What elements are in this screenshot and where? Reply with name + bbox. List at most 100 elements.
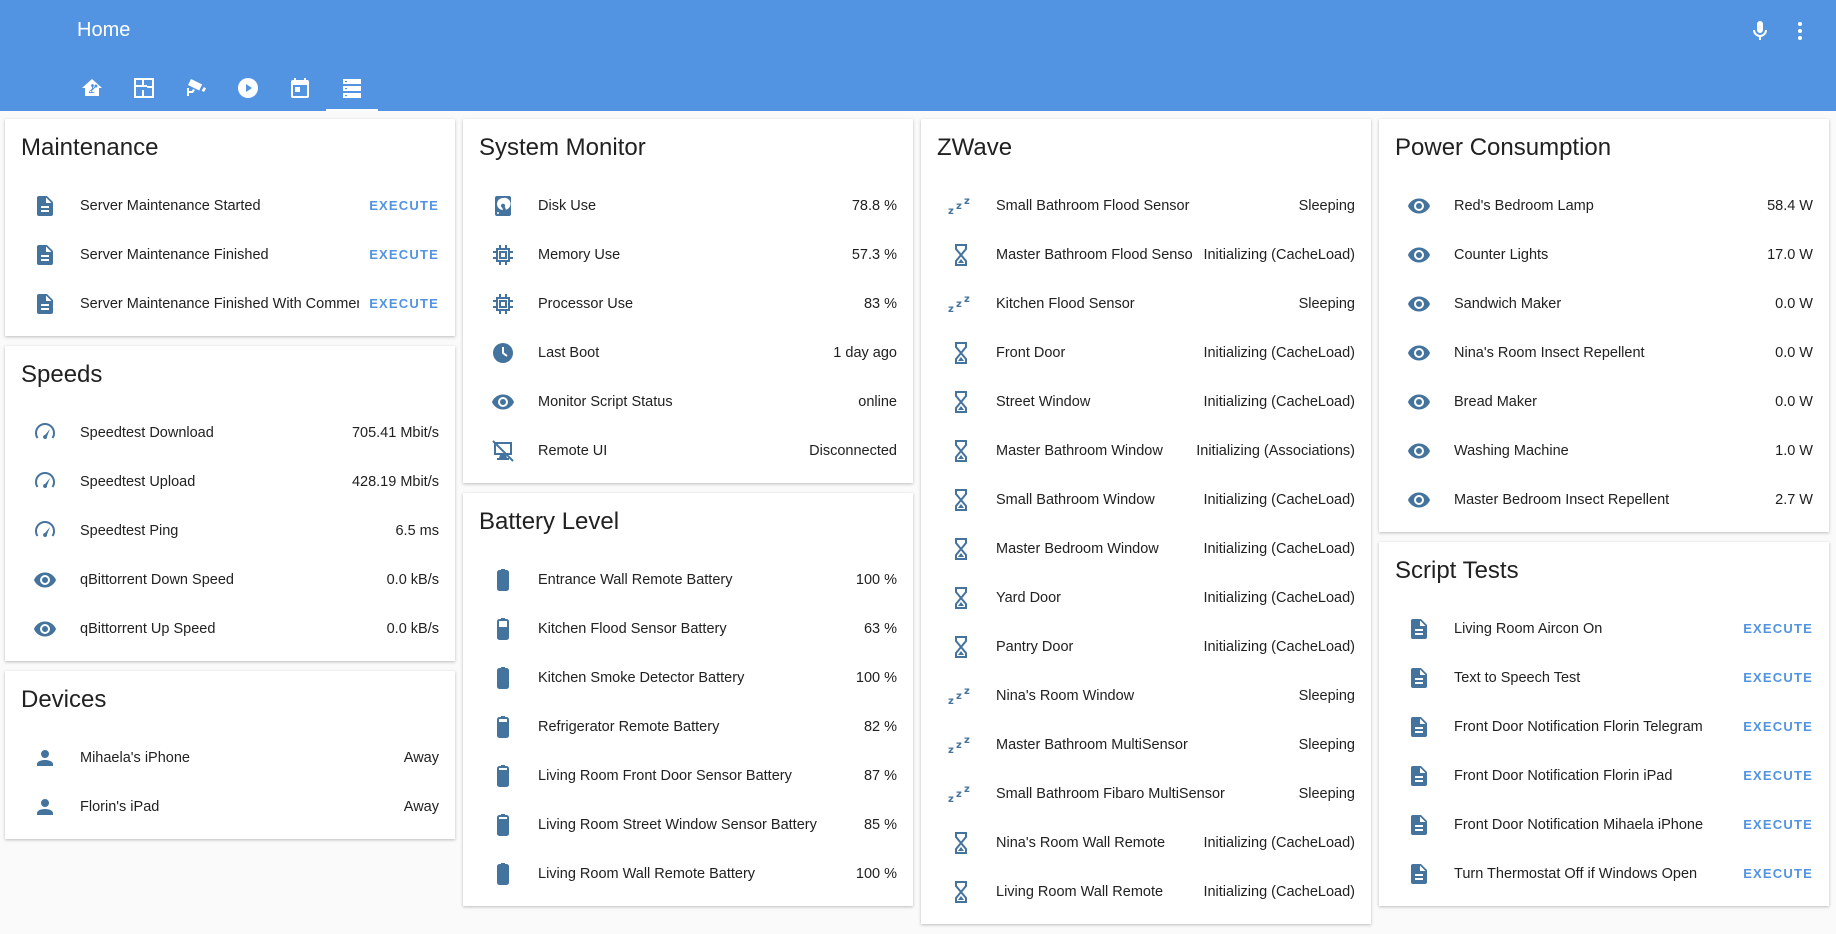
execute-button[interactable]: EXECUTE xyxy=(1743,719,1813,734)
hourglass-icon xyxy=(941,586,981,610)
eye-icon xyxy=(1399,488,1439,512)
zwave-row[interactable]: z z z Kitchen Flood Sensor Sleeping xyxy=(921,279,1371,328)
power-row[interactable]: Bread Maker 0.0 W xyxy=(1379,377,1829,426)
battery-name: Living Room Street Window Sensor Battery xyxy=(538,816,817,833)
battery-value: 87 % xyxy=(863,767,897,784)
eye-icon xyxy=(25,617,65,641)
tab-cctv[interactable] xyxy=(170,67,222,111)
battery-row[interactable]: Kitchen Flood Sensor Battery 63 % xyxy=(463,604,913,653)
sensor-name: Monitor Script Status xyxy=(538,393,673,410)
system-monitor-card: System Monitor Disk Use 78.8 % Memory Us… xyxy=(463,119,913,483)
power-row[interactable]: Counter Lights 17.0 W xyxy=(1379,230,1829,279)
sensor-row[interactable]: Speedtest Upload 428.19 Mbit/s xyxy=(5,457,455,506)
power-name: Counter Lights xyxy=(1454,246,1549,263)
microphone-icon[interactable] xyxy=(1748,19,1772,43)
sensor-row[interactable]: qBittorrent Down Speed 0.0 kB/s xyxy=(5,555,455,604)
sensor-row[interactable]: Memory Use 57.3 % xyxy=(463,230,913,279)
tab-floorplan[interactable] xyxy=(118,67,170,111)
sensor-row[interactable]: Speedtest Ping 6.5 ms xyxy=(5,506,455,555)
script-row: Server Maintenance Finished With Comment… xyxy=(5,279,455,328)
battery-row[interactable]: Entrance Wall Remote Battery 100 % xyxy=(463,555,913,604)
power-row[interactable]: Nina's Room Insect Repellent 0.0 W xyxy=(1379,328,1829,377)
battery-row[interactable]: Living Room Street Window Sensor Battery… xyxy=(463,800,913,849)
power-row[interactable]: Master Bedroom Insect Repellent 2.7 W xyxy=(1379,475,1829,524)
power-name: Washing Machine xyxy=(1454,442,1569,459)
sensor-name: Last Boot xyxy=(538,344,600,361)
zwave-row[interactable]: Pantry Door Initializing (CacheLoad) xyxy=(921,622,1371,671)
battery-row[interactable]: Refrigerator Remote Battery 82 % xyxy=(463,702,913,751)
device-row[interactable]: Florin's iPad Away xyxy=(5,782,455,831)
sensor-value: 428.19 Mbit/s xyxy=(351,473,439,490)
sensor-row[interactable]: Monitor Script Status online xyxy=(463,377,913,426)
execute-button[interactable]: EXECUTE xyxy=(1743,866,1813,881)
eye-icon xyxy=(1399,243,1439,267)
zwave-row[interactable]: Nina's Room Wall Remote Initializing (Cac… xyxy=(921,818,1371,867)
execute-button[interactable]: EXECUTE xyxy=(369,198,439,213)
zwave-row[interactable]: Street Window Initializing (CacheLoad) xyxy=(921,377,1371,426)
view-tabs xyxy=(66,67,378,111)
sensor-name: Memory Use xyxy=(538,246,621,263)
sensor-row[interactable]: Speedtest Download 705.41 Mbit/s xyxy=(5,408,455,457)
sensor-row[interactable]: qBittorrent Up Speed 0.0 kB/s xyxy=(5,604,455,653)
sensor-row[interactable]: Processor Use 83 % xyxy=(463,279,913,328)
execute-button[interactable]: EXECUTE xyxy=(1743,817,1813,832)
sensor-row[interactable]: Disk Use 78.8 % xyxy=(463,181,913,230)
execute-button[interactable]: EXECUTE xyxy=(1743,670,1813,685)
execute-button[interactable]: EXECUTE xyxy=(1743,768,1813,783)
zwave-value: Sleeping xyxy=(1298,687,1355,704)
floorplan-icon xyxy=(132,76,156,100)
battery-name: Entrance Wall Remote Battery xyxy=(538,571,733,588)
execute-button[interactable]: EXECUTE xyxy=(1743,621,1813,636)
zwave-row[interactable]: Small Bathroom Window Initializing (Cache… xyxy=(921,475,1371,524)
power-name: Nina's Room Insect Repellent xyxy=(1454,344,1645,361)
zwave-row[interactable]: z z z Small Bathroom Fibaro MultiSensor Slee… xyxy=(921,769,1371,818)
tab-home[interactable] xyxy=(66,67,118,111)
battery-name: Living Room Front Door Sensor Battery xyxy=(538,767,792,784)
execute-button[interactable]: EXECUTE xyxy=(369,247,439,262)
battery-row[interactable]: Living Room Wall Remote Battery 100 % xyxy=(463,849,913,898)
device-row[interactable]: Mihaela's iPhone Away xyxy=(5,733,455,782)
file-document-icon xyxy=(1399,862,1439,886)
tab-calendar[interactable] xyxy=(274,67,326,111)
sensor-value: 0.0 kB/s xyxy=(386,571,439,588)
power-row[interactable]: Red's Bedroom Lamp 58.4 W xyxy=(1379,181,1829,230)
zwave-value: Initializing (CacheLoad) xyxy=(1203,246,1355,263)
zwave-row[interactable]: Master Bathroom Flood Sensor Initializing… xyxy=(921,230,1371,279)
zwave-row[interactable]: Living Room Wall Remote Initializing (Cac… xyxy=(921,867,1371,916)
svg-text:z: z xyxy=(948,206,954,217)
card-title: Script Tests xyxy=(1395,557,1519,584)
zwave-row[interactable]: Front Door Initializing (CacheLoad) xyxy=(921,328,1371,377)
svg-text:z: z xyxy=(956,789,962,800)
sensor-row[interactable]: Remote UI Disconnected xyxy=(463,426,913,475)
sensor-name: Processor Use xyxy=(538,295,634,312)
sleep-icon: zzz xyxy=(941,292,981,316)
sensor-row[interactable]: Last Boot 1 day ago xyxy=(463,328,913,377)
power-name: Red's Bedroom Lamp xyxy=(1454,197,1594,214)
power-row[interactable]: Sandwich Maker 0.0 W xyxy=(1379,279,1829,328)
zwave-row[interactable]: Master Bathroom Window Initializing (Asso… xyxy=(921,426,1371,475)
script-name: Turn Thermostat Off if Windows Open xyxy=(1454,865,1698,882)
zwave-row[interactable]: z z z Master Bathroom MultiSensor Sleeping xyxy=(921,720,1371,769)
power-name: Master Bedroom Insect Repellent xyxy=(1454,491,1670,508)
more-vert-icon[interactable] xyxy=(1788,19,1812,43)
tab-server[interactable] xyxy=(326,67,378,111)
zwave-row[interactable]: Yard Door Initializing (CacheLoad) xyxy=(921,573,1371,622)
zwave-value: Initializing (CacheLoad) xyxy=(1203,883,1355,900)
zwave-row[interactable]: z z z Small Bathroom Flood Sensor Sleeping xyxy=(921,181,1371,230)
power-value: 0.0 W xyxy=(1775,295,1813,312)
card-title: Maintenance xyxy=(21,134,159,161)
battery-row[interactable]: Living Room Front Door Sensor Battery 87 … xyxy=(463,751,913,800)
power-value: 58.4 W xyxy=(1767,197,1813,214)
script-row: Text to Speech Test EXECUTE xyxy=(1379,653,1829,702)
eye-icon xyxy=(483,390,523,414)
power-row[interactable]: Washing Machine 1.0 W xyxy=(1379,426,1829,475)
script-row: Turn Thermostat Off if Windows Open EXECU… xyxy=(1379,849,1829,898)
battery-row[interactable]: Kitchen Smoke Detector Battery 100 % xyxy=(463,653,913,702)
zwave-row[interactable]: z z z Nina's Room Window Sleeping xyxy=(921,671,1371,720)
battery-name: Living Room Wall Remote Battery xyxy=(538,865,756,882)
zwave-row[interactable]: Master Bedroom Window Initializing (Cache… xyxy=(921,524,1371,573)
tab-media[interactable] xyxy=(222,67,274,111)
execute-button[interactable]: EXECUTE xyxy=(369,296,439,311)
script-name: Front Door Notification Mihaela iPhone xyxy=(1454,816,1704,833)
battery-icon xyxy=(483,666,523,690)
